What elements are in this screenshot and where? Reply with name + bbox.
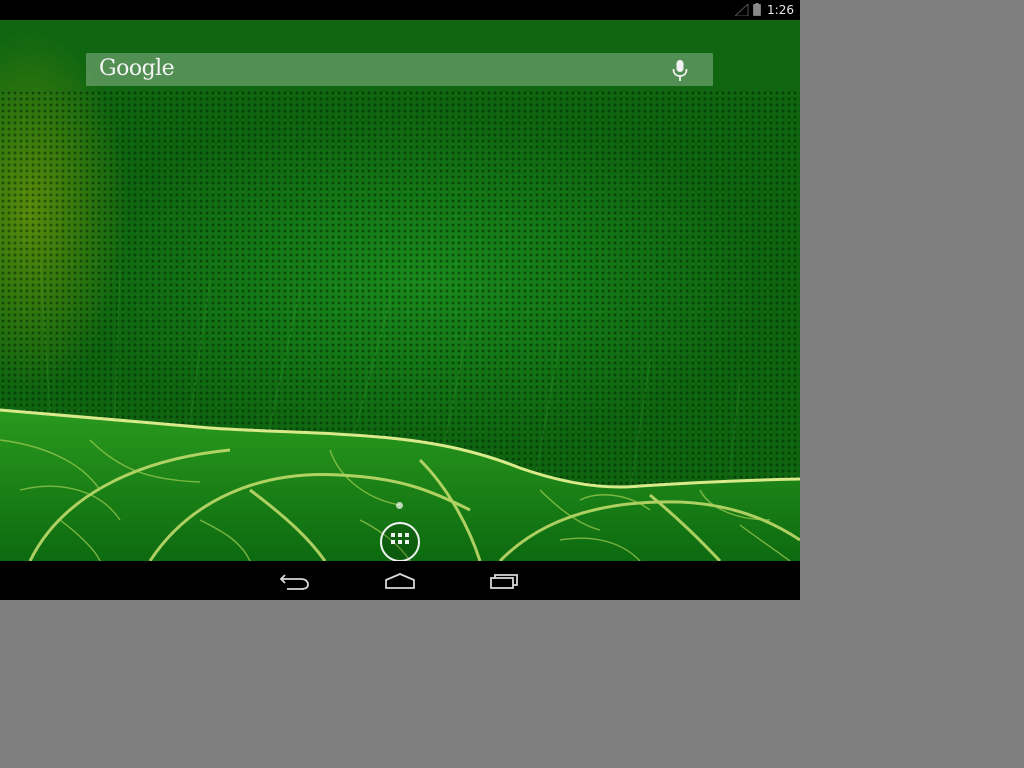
mic-icon[interactable]	[667, 57, 693, 83]
leaf-illustration	[0, 259, 800, 561]
all-apps-icon	[391, 533, 409, 544]
back-button[interactable]	[277, 569, 317, 593]
signal-icon	[733, 1, 749, 20]
home-icon	[385, 573, 415, 589]
page-indicator-dot	[396, 502, 403, 509]
navigation-bar	[0, 561, 800, 600]
google-logo[interactable]: Google	[99, 54, 175, 84]
status-bar: 1:26	[0, 0, 800, 20]
recent-apps-button[interactable]	[485, 569, 525, 593]
google-search-bar[interactable]: Google	[86, 53, 713, 86]
status-area[interactable]: 1:26	[733, 0, 794, 20]
all-apps-button[interactable]	[380, 522, 420, 561]
wallpaper: Google	[0, 20, 800, 561]
home-button[interactable]	[380, 569, 420, 593]
battery-icon	[753, 1, 761, 20]
back-icon	[279, 574, 309, 590]
android-screen: 1:26 Google	[0, 0, 800, 600]
status-clock: 1:26	[767, 3, 794, 17]
recents-icon	[490, 574, 518, 589]
